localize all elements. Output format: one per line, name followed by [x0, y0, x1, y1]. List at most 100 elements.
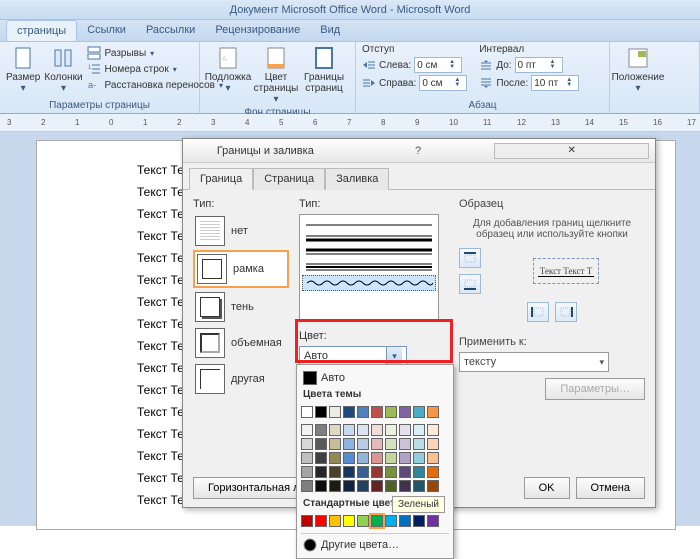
color-swatch[interactable]	[371, 480, 383, 492]
color-swatch[interactable]	[427, 438, 439, 450]
color-swatch[interactable]	[399, 438, 411, 450]
position-button[interactable]: Положение▾	[616, 44, 660, 94]
color-swatch[interactable]	[301, 515, 313, 527]
horizontal-ruler[interactable]: /* ticks generated below */ 321012345678…	[0, 114, 700, 132]
setting-3d[interactable]: объемная	[193, 326, 289, 360]
color-swatch[interactable]	[301, 480, 313, 492]
color-swatch[interactable]	[343, 438, 355, 450]
color-swatch[interactable]	[427, 466, 439, 478]
color-swatch[interactable]	[357, 515, 369, 527]
color-swatch[interactable]	[385, 452, 397, 464]
color-swatch[interactable]	[315, 438, 327, 450]
color-swatch[interactable]	[357, 438, 369, 450]
size-button[interactable]: Размер▾	[6, 44, 40, 94]
dialog-close-button[interactable]: ✕	[494, 143, 649, 159]
color-swatch[interactable]	[399, 480, 411, 492]
color-auto[interactable]: Авто	[301, 369, 449, 387]
color-swatch[interactable]	[385, 466, 397, 478]
tab-page[interactable]: Страница	[253, 168, 325, 190]
watermark-button[interactable]: A Подложка▾	[206, 44, 250, 94]
setting-shadow[interactable]: тень	[193, 290, 289, 324]
tab-view[interactable]: Вид	[310, 20, 350, 41]
color-swatch[interactable]	[385, 480, 397, 492]
color-swatch[interactable]	[427, 424, 439, 436]
color-swatch[interactable]	[357, 480, 369, 492]
color-swatch[interactable]	[329, 515, 341, 527]
tab-references[interactable]: Ссылки	[77, 20, 136, 41]
tab-mailings[interactable]: Рассылки	[136, 20, 205, 41]
tab-shading[interactable]: Заливка	[325, 168, 389, 190]
color-swatch[interactable]	[315, 406, 327, 418]
setting-none[interactable]: нет	[193, 214, 289, 248]
color-swatch[interactable]	[315, 424, 327, 436]
color-swatch[interactable]	[399, 515, 411, 527]
tab-page-layout[interactable]: страницы	[6, 20, 77, 41]
color-swatch[interactable]	[413, 466, 425, 478]
color-swatch[interactable]	[329, 424, 341, 436]
color-swatch[interactable]	[427, 406, 439, 418]
color-swatch[interactable]	[385, 424, 397, 436]
color-swatch[interactable]	[301, 466, 313, 478]
color-swatch[interactable]	[343, 480, 355, 492]
color-swatch[interactable]	[427, 452, 439, 464]
options-button[interactable]: Параметры…	[545, 378, 645, 400]
color-swatch[interactable]	[371, 424, 383, 436]
indent-left-input[interactable]: 0 см▲▼	[414, 57, 462, 73]
color-swatch[interactable]	[301, 452, 313, 464]
color-swatch[interactable]	[357, 424, 369, 436]
color-swatch[interactable]	[371, 466, 383, 478]
color-swatch[interactable]	[329, 438, 341, 450]
color-swatch[interactable]	[385, 406, 397, 418]
color-swatch[interactable]	[343, 452, 355, 464]
color-swatch[interactable]	[343, 466, 355, 478]
style-listbox[interactable]	[299, 214, 439, 322]
color-swatch[interactable]	[385, 515, 397, 527]
color-swatch[interactable]	[399, 406, 411, 418]
color-swatch[interactable]	[427, 480, 439, 492]
color-dropdown[interactable]: Авто ▾	[299, 346, 407, 366]
color-swatch[interactable]	[413, 424, 425, 436]
color-swatch[interactable]	[329, 452, 341, 464]
color-swatch[interactable]	[413, 406, 425, 418]
spacing-after-input[interactable]: 10 пт▲▼	[531, 75, 579, 91]
color-swatch[interactable]	[413, 452, 425, 464]
color-swatch[interactable]	[399, 466, 411, 478]
border-left-button[interactable]	[527, 302, 549, 322]
border-top-button[interactable]	[459, 248, 481, 268]
color-swatch[interactable]	[357, 452, 369, 464]
color-swatch[interactable]	[371, 406, 383, 418]
columns-button[interactable]: Колонки▾	[44, 44, 82, 94]
color-swatch[interactable]	[329, 466, 341, 478]
apply-to-dropdown[interactable]: тексту▾	[459, 352, 609, 372]
color-swatch[interactable]	[399, 424, 411, 436]
color-swatch[interactable]	[371, 438, 383, 450]
page-color-button[interactable]: Цвет страницы▾	[254, 44, 298, 105]
color-swatch[interactable]	[343, 424, 355, 436]
color-swatch[interactable]	[301, 438, 313, 450]
color-swatch[interactable]	[329, 406, 341, 418]
tab-border[interactable]: Граница	[189, 168, 253, 190]
color-swatch[interactable]	[343, 406, 355, 418]
color-swatch[interactable]	[357, 406, 369, 418]
dialog-help-button[interactable]: ?	[342, 145, 495, 157]
color-swatch[interactable]	[315, 466, 327, 478]
color-swatch[interactable]	[301, 424, 313, 436]
color-swatch[interactable]	[371, 452, 383, 464]
tab-review[interactable]: Рецензирование	[205, 20, 310, 41]
color-swatch[interactable]	[357, 466, 369, 478]
border-bottom-button[interactable]	[459, 274, 481, 294]
color-swatch[interactable]	[413, 515, 425, 527]
color-swatch[interactable]	[315, 515, 327, 527]
setting-custom[interactable]: другая	[193, 362, 289, 396]
spacing-before-input[interactable]: 0 пт▲▼	[515, 57, 563, 73]
color-swatch[interactable]	[413, 438, 425, 450]
color-swatch[interactable]	[315, 452, 327, 464]
color-swatch[interactable]	[329, 480, 341, 492]
color-swatch[interactable]	[343, 515, 355, 527]
more-colors[interactable]: Другие цвета…	[301, 533, 449, 554]
color-swatch[interactable]	[385, 438, 397, 450]
ok-button[interactable]: OK	[524, 477, 570, 499]
color-swatch[interactable]	[371, 515, 383, 527]
color-swatch[interactable]	[315, 480, 327, 492]
color-swatch[interactable]	[301, 406, 313, 418]
